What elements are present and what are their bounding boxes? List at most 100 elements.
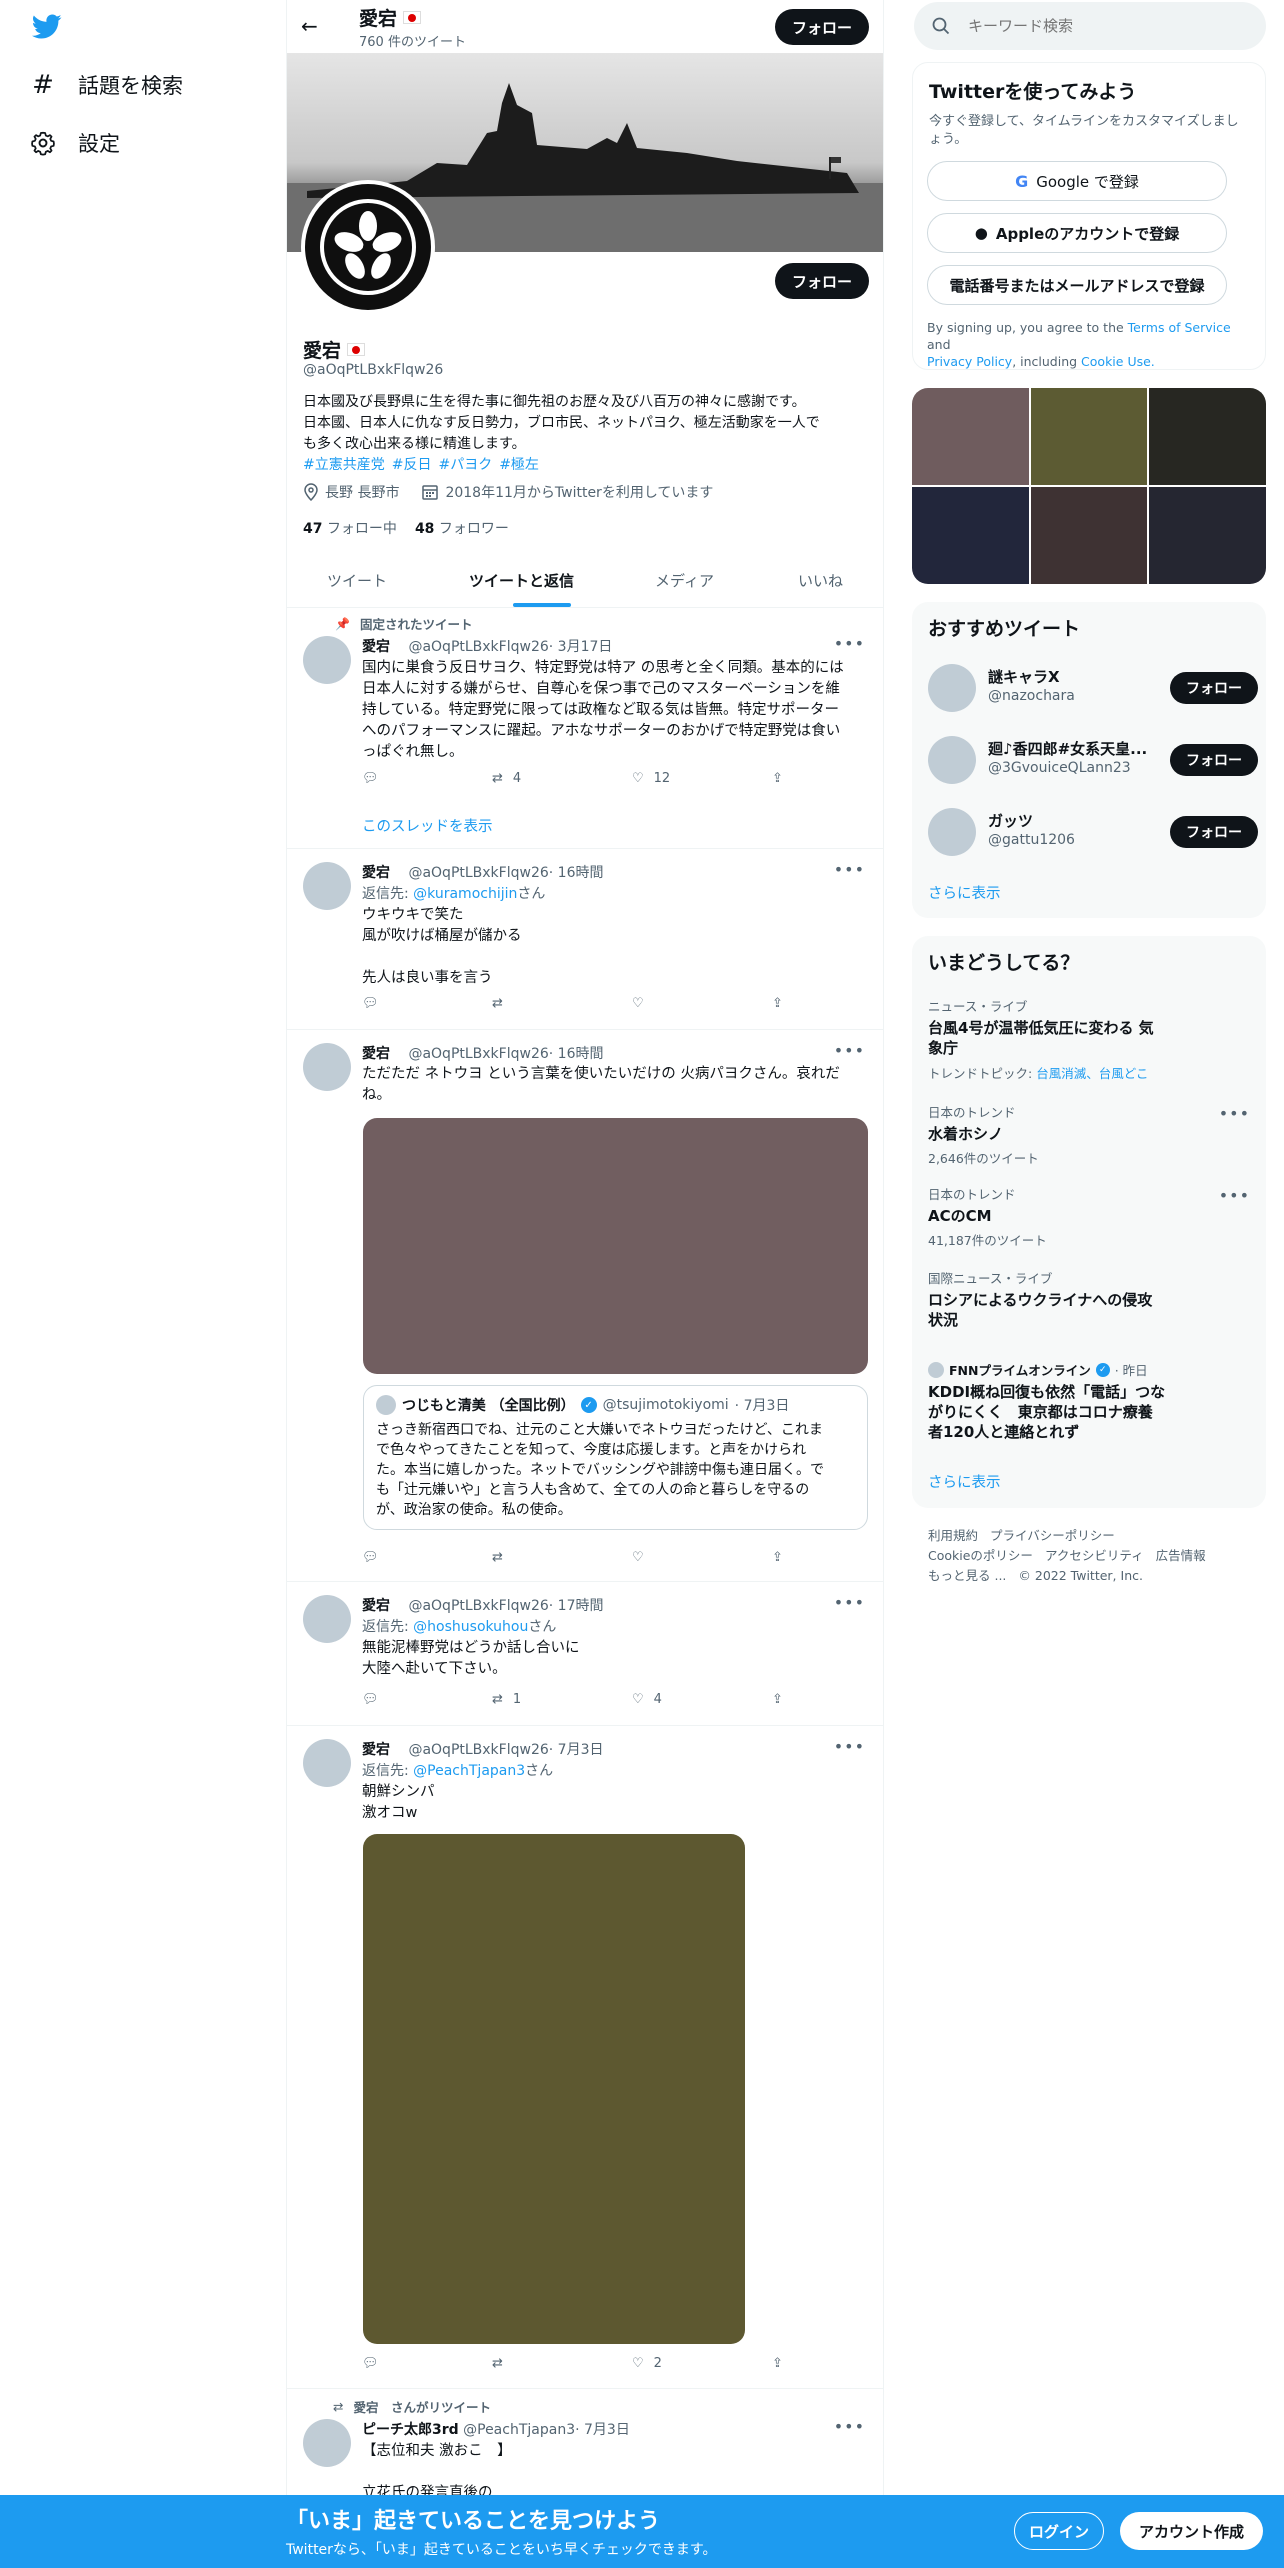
- following-link[interactable]: 47 フォロー中: [303, 518, 397, 538]
- apple-signup-button[interactable]: ● Appleのアカウントで登録: [927, 213, 1227, 253]
- who-to-follow-more-link[interactable]: さらに表示: [928, 882, 1001, 903]
- terms-link[interactable]: Terms of Service: [1128, 320, 1231, 335]
- more-options-icon[interactable]: •••: [834, 1593, 865, 1612]
- header-follow-button[interactable]: フォロー: [775, 9, 869, 45]
- hashtag-link[interactable]: #立憲共産党: [303, 455, 385, 476]
- login-button[interactable]: ログイン: [1014, 2512, 1104, 2550]
- twitter-logo-icon[interactable]: [32, 14, 62, 40]
- tweet-avatar[interactable]: [303, 636, 351, 684]
- privacy-link[interactable]: Privacy Policy: [927, 354, 1012, 369]
- trend-topic-links[interactable]: 台風消滅、台風どこ: [1036, 1066, 1148, 1081]
- retweet-button[interactable]: ⇄: [492, 2356, 632, 2371]
- quoted-tweet[interactable]: つじもと清美 （全国比例） ✓ @tsujimotokiyomi · 7月3日 さ…: [363, 1385, 868, 1530]
- tweet-media[interactable]: [363, 1834, 745, 2344]
- suggestion-follow-button[interactable]: フォロー: [1170, 744, 1258, 776]
- reply-button[interactable]: 💬︎: [362, 771, 492, 786]
- footer-link[interactable]: Cookieのポリシー: [928, 1546, 1033, 1566]
- reply-button[interactable]: 💬︎: [362, 996, 492, 1011]
- hashtag-link[interactable]: #反日: [392, 455, 432, 476]
- hashtag-link[interactable]: #極左: [499, 455, 539, 476]
- more-options-icon[interactable]: •••: [834, 860, 865, 879]
- tweet-avatar[interactable]: [303, 1739, 351, 1787]
- share-button[interactable]: ⇪: [772, 2356, 783, 2371]
- more-options-icon[interactable]: •••: [834, 1737, 865, 1756]
- news-item[interactable]: FNNプライムオンライン ✓ · 昨日 KDDI概ね回復も依然「電話」つな がり…: [928, 1360, 1248, 1442]
- tweet-reply-with-media[interactable]: 愛宕 @aOqPtLBxkFlqw26· 7月3日 ••• 返信先: @Peac…: [287, 1726, 883, 2389]
- retweet-button[interactable]: ⇄: [492, 996, 632, 1011]
- tweet-with-quote[interactable]: 愛宕 @aOqPtLBxkFlqw26· 16時間 ••• ただただ ネトウヨ …: [287, 1030, 883, 1582]
- tab-likes[interactable]: いいね: [798, 570, 843, 591]
- cookie-link[interactable]: Cookie Use.: [1081, 354, 1155, 369]
- trend-item[interactable]: 日本のトレンド 水着ホシノ 2,646件のツイート: [928, 1102, 1248, 1167]
- follow-suggestion[interactable]: 廻♪香四郎#女系天皇... @3GvouiceQLann23 フォロー: [928, 732, 1258, 788]
- show-thread-link[interactable]: このスレッドを表示: [362, 815, 493, 836]
- nav-item-explore[interactable]: # 話題を検索: [30, 70, 183, 100]
- follow-suggestion[interactable]: ガッツ @gattu1206 フォロー: [928, 804, 1258, 860]
- retweet-button[interactable]: ⇄ 4: [492, 771, 632, 786]
- back-arrow-icon[interactable]: ←: [301, 14, 318, 38]
- tab-tweets-and-replies[interactable]: ツイートと返信: [469, 570, 574, 591]
- tab-media[interactable]: メディア: [655, 570, 714, 591]
- reply-button[interactable]: 💬︎: [362, 1550, 492, 1565]
- tweet-author-name[interactable]: 愛宕: [362, 865, 390, 881]
- profile-follow-button[interactable]: フォロー: [775, 263, 869, 299]
- trends-more-link[interactable]: さらに表示: [928, 1471, 1001, 1492]
- google-signup-button[interactable]: G Google で登録: [927, 161, 1227, 201]
- media-thumbnail[interactable]: [1030, 388, 1148, 485]
- tweet-author-handle[interactable]: @aOqPtLBxkFlqw26: [408, 639, 548, 655]
- media-thumbnail[interactable]: [912, 487, 1029, 584]
- trend-item[interactable]: ニュース・ライブ 台風4号が温帯低気圧に変わる 気 象庁 トレンドトピック: 台…: [928, 996, 1248, 1082]
- profile-avatar[interactable]: [301, 180, 435, 314]
- search-box[interactable]: [914, 2, 1266, 50]
- tab-tweets[interactable]: ツイート: [327, 570, 387, 591]
- share-button[interactable]: ⇪: [772, 996, 783, 1011]
- reply-button[interactable]: 💬︎: [362, 2356, 492, 2371]
- more-options-icon[interactable]: •••: [834, 1041, 865, 1060]
- tweet-pinned[interactable]: 📌 固定されたツイート 愛宕 @aOqPtLBxkFlqw26· 3月17日 •…: [287, 608, 883, 849]
- signup-button[interactable]: アカウント作成: [1120, 2512, 1263, 2550]
- share-button[interactable]: ⇪: [772, 1550, 783, 1565]
- retweet-button[interactable]: ⇄: [492, 1550, 632, 1565]
- reply-to-link[interactable]: @PeachTjapan3: [413, 1763, 525, 1779]
- more-options-icon[interactable]: •••: [834, 2417, 865, 2436]
- tweet-time[interactable]: · 17時間: [549, 1598, 604, 1614]
- like-button[interactable]: ♡ 12: [632, 771, 772, 786]
- tweet-author-handle[interactable]: @aOqPtLBxkFlqw26: [408, 1742, 548, 1758]
- tweet-reply[interactable]: 愛宕 @aOqPtLBxkFlqw26· 17時間 ••• 返信先: @hosh…: [287, 1582, 883, 1726]
- footer-more-link[interactable]: もっと見る ...: [928, 1566, 1006, 1586]
- trend-more-icon[interactable]: •••: [1219, 1104, 1250, 1123]
- footer-link[interactable]: プライバシーポリシー: [990, 1526, 1115, 1546]
- media-thumbnail[interactable]: [912, 388, 1029, 485]
- search-input[interactable]: [968, 17, 1248, 35]
- trend-more-icon[interactable]: •••: [1219, 1186, 1250, 1205]
- tweet-author-handle[interactable]: @aOqPtLBxkFlqw26: [408, 1598, 548, 1614]
- followers-link[interactable]: 48 フォロワー: [415, 518, 509, 538]
- tweet-author-handle[interactable]: @aOqPtLBxkFlqw26: [408, 1046, 548, 1062]
- tweet-author-name[interactable]: ピーチ太郎3rd: [362, 2422, 459, 2438]
- phone-email-signup-button[interactable]: 電話番号またはメールアドレスで登録: [927, 265, 1227, 305]
- media-thumbnail[interactable]: [1030, 487, 1148, 584]
- share-button[interactable]: ⇪: [772, 1692, 783, 1707]
- media-thumbnail[interactable]: [1149, 388, 1266, 485]
- share-button[interactable]: ⇪: [772, 771, 783, 786]
- tweet-author-name[interactable]: 愛宕: [362, 1046, 390, 1062]
- more-options-icon[interactable]: •••: [834, 634, 865, 653]
- tweet-time[interactable]: · 16時間: [549, 865, 604, 881]
- tweet-author-handle[interactable]: @aOqPtLBxkFlqw26: [408, 865, 548, 881]
- footer-link[interactable]: 利用規約: [928, 1526, 978, 1546]
- follow-suggestion[interactable]: 謎キャラX @nazochara フォロー: [928, 660, 1258, 716]
- trend-item[interactable]: 国際ニュース・ライブ ロシアによるウクライナへの侵攻 状況: [928, 1268, 1248, 1330]
- like-button[interactable]: ♡: [632, 1550, 772, 1565]
- tweet-author-handle[interactable]: @PeachTjapan3: [463, 2422, 575, 2438]
- tweet-time[interactable]: · 7月3日: [549, 1742, 604, 1758]
- footer-link[interactable]: 広告情報: [1156, 1546, 1206, 1566]
- retweet-button[interactable]: ⇄ 1: [492, 1692, 632, 1707]
- tweet-author-name[interactable]: 愛宕: [362, 1742, 390, 1758]
- like-button[interactable]: ♡ 4: [632, 1692, 772, 1707]
- hashtag-link[interactable]: #パヨク: [438, 455, 492, 476]
- like-button[interactable]: ♡: [632, 996, 772, 1011]
- nav-item-settings[interactable]: 設定: [30, 128, 120, 158]
- reply-button[interactable]: 💬︎: [362, 1692, 492, 1707]
- tweet-reply[interactable]: 愛宕 @aOqPtLBxkFlqw26· 16時間 ••• 返信先: @kura…: [287, 849, 883, 1030]
- tweet-media[interactable]: [363, 1118, 868, 1374]
